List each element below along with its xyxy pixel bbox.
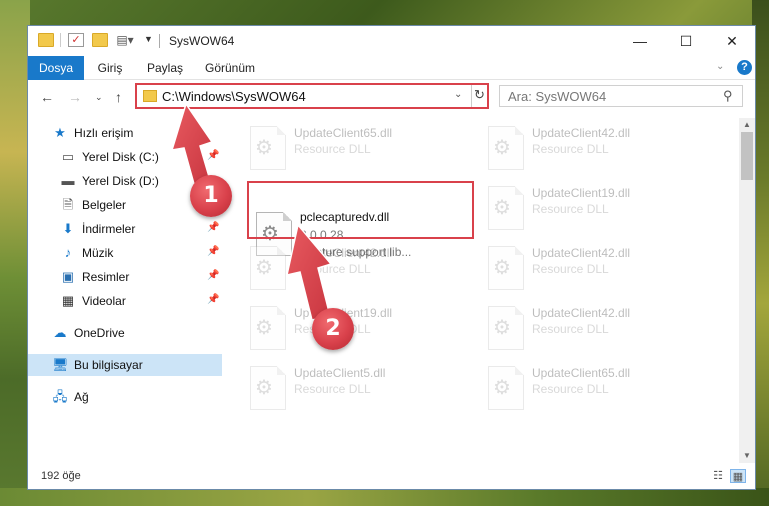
step-badge-1: 1 bbox=[190, 175, 232, 217]
annotation-arrows bbox=[170, 102, 333, 321]
arrow-to-file bbox=[286, 223, 333, 321]
step-badge-2: 2 bbox=[312, 308, 354, 350]
arrow-to-address-bar bbox=[170, 102, 214, 185]
